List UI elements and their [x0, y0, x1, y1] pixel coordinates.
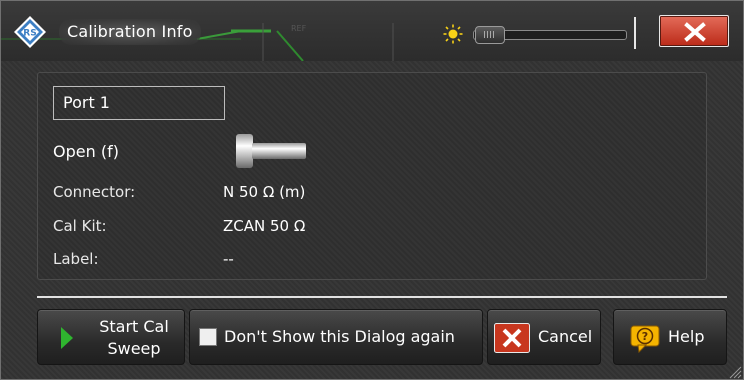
- label-label: Label:: [53, 250, 99, 268]
- rohde-schwarz-logo-icon: RS: [14, 16, 46, 48]
- dialog-title: Calibration Info: [59, 19, 201, 45]
- connector-value: N 50 Ω (m): [223, 183, 306, 201]
- open-standard-icon: [236, 134, 306, 168]
- dont-show-checkbox[interactable]: [199, 328, 217, 346]
- cancel-label: Cancel: [538, 327, 593, 346]
- dont-show-label: Don't Show this Dialog again: [224, 327, 455, 346]
- start-cal-sweep-button[interactable]: Start Cal Sweep: [37, 309, 185, 365]
- svg-text:RS: RS: [23, 29, 36, 39]
- title-bar[interactable]: REF RS Calibration Info: [1, 1, 743, 61]
- svg-text:REF: REF: [291, 24, 307, 33]
- port-label-box: Port 1: [53, 86, 225, 120]
- cal-kit-value: ZCAN 50 Ω: [223, 217, 306, 235]
- help-button[interactable]: ? Help: [613, 309, 727, 365]
- connector-label: Connector:: [53, 183, 136, 201]
- cancel-button[interactable]: Cancel: [487, 309, 601, 365]
- start-cal-line-1: Start Cal: [99, 317, 169, 336]
- calibration-info-dialog: REF RS Calibration Info Port 1 Open (f) …: [0, 0, 744, 380]
- cancel-x-icon: [494, 323, 530, 353]
- title-divider: [634, 17, 636, 49]
- button-separator: [37, 296, 727, 298]
- play-icon: [61, 327, 73, 349]
- dont-show-again-button[interactable]: Don't Show this Dialog again: [189, 309, 483, 365]
- label-value: --: [223, 250, 234, 268]
- transparency-slider-thumb[interactable]: [475, 26, 505, 44]
- start-cal-line-2: Sweep: [107, 339, 161, 358]
- standard-label: Open (f): [53, 142, 119, 161]
- resize-grip-icon[interactable]: [728, 365, 742, 379]
- svg-text:?: ?: [642, 330, 648, 343]
- help-label: Help: [668, 327, 705, 346]
- cal-kit-label: Cal Kit:: [53, 217, 107, 235]
- close-icon: [684, 22, 706, 42]
- help-icon: ?: [630, 325, 660, 353]
- sun-icon: [443, 24, 463, 44]
- close-button[interactable]: [659, 15, 729, 47]
